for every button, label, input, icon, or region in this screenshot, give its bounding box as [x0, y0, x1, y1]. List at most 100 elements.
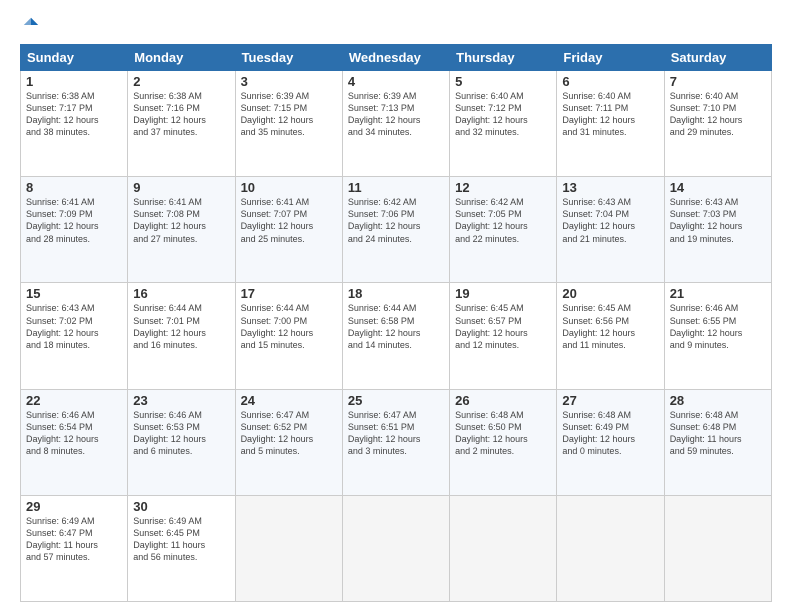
day-info: Sunrise: 6:39 AMSunset: 7:13 PMDaylight:… [348, 91, 421, 137]
weekday-header-friday: Friday [557, 45, 664, 71]
calendar-cell: 20 Sunrise: 6:45 AMSunset: 6:56 PMDayligh… [557, 283, 664, 389]
day-number: 1 [26, 74, 122, 89]
day-info: Sunrise: 6:47 AMSunset: 6:52 PMDaylight:… [241, 410, 314, 456]
calendar-cell [557, 495, 664, 601]
calendar-cell [450, 495, 557, 601]
day-info: Sunrise: 6:47 AMSunset: 6:51 PMDaylight:… [348, 410, 421, 456]
day-number: 21 [670, 286, 766, 301]
weekday-header-thursday: Thursday [450, 45, 557, 71]
day-info: Sunrise: 6:48 AMSunset: 6:49 PMDaylight:… [562, 410, 635, 456]
day-number: 6 [562, 74, 658, 89]
calendar-cell: 22 Sunrise: 6:46 AMSunset: 6:54 PMDayligh… [21, 389, 128, 495]
calendar-cell: 18 Sunrise: 6:44 AMSunset: 6:58 PMDayligh… [342, 283, 449, 389]
day-number: 10 [241, 180, 337, 195]
day-number: 11 [348, 180, 444, 195]
day-number: 3 [241, 74, 337, 89]
weekday-header-row: SundayMondayTuesdayWednesdayThursdayFrid… [21, 45, 772, 71]
day-info: Sunrise: 6:43 AMSunset: 7:02 PMDaylight:… [26, 303, 99, 349]
day-number: 15 [26, 286, 122, 301]
day-number: 24 [241, 393, 337, 408]
day-number: 14 [670, 180, 766, 195]
calendar-cell: 25 Sunrise: 6:47 AMSunset: 6:51 PMDayligh… [342, 389, 449, 495]
calendar-cell [664, 495, 771, 601]
day-number: 30 [133, 499, 229, 514]
day-number: 27 [562, 393, 658, 408]
day-number: 20 [562, 286, 658, 301]
day-number: 29 [26, 499, 122, 514]
day-info: Sunrise: 6:41 AMSunset: 7:07 PMDaylight:… [241, 197, 314, 243]
day-info: Sunrise: 6:38 AMSunset: 7:17 PMDaylight:… [26, 91, 99, 137]
calendar-cell: 21 Sunrise: 6:46 AMSunset: 6:55 PMDayligh… [664, 283, 771, 389]
calendar-cell: 5Sunrise: 6:40 AMSunset: 7:12 PMDaylight… [450, 71, 557, 177]
weekday-header-sunday: Sunday [21, 45, 128, 71]
calendar-cell: 7Sunrise: 6:40 AMSunset: 7:10 PMDaylight… [664, 71, 771, 177]
calendar-cell: 15 Sunrise: 6:43 AMSunset: 7:02 PMDayligh… [21, 283, 128, 389]
day-info: Sunrise: 6:44 AMSunset: 7:01 PMDaylight:… [133, 303, 206, 349]
day-info: Sunrise: 6:46 AMSunset: 6:55 PMDaylight:… [670, 303, 743, 349]
day-number: 28 [670, 393, 766, 408]
weekday-header-saturday: Saturday [664, 45, 771, 71]
day-number: 9 [133, 180, 229, 195]
day-number: 23 [133, 393, 229, 408]
day-info: Sunrise: 6:45 AMSunset: 6:56 PMDaylight:… [562, 303, 635, 349]
day-info: Sunrise: 6:45 AMSunset: 6:57 PMDaylight:… [455, 303, 528, 349]
calendar-cell: 6 Sunrise: 6:40 AMSunset: 7:11 PMDaylight… [557, 71, 664, 177]
day-info: Sunrise: 6:46 AMSunset: 6:53 PMDaylight:… [133, 410, 206, 456]
weekday-header-wednesday: Wednesday [342, 45, 449, 71]
calendar-cell: 16 Sunrise: 6:44 AMSunset: 7:01 PMDayligh… [128, 283, 235, 389]
calendar-cell [342, 495, 449, 601]
day-info: Sunrise: 6:46 AMSunset: 6:54 PMDaylight:… [26, 410, 99, 456]
day-info: Sunrise: 6:41 AMSunset: 7:09 PMDaylight:… [26, 197, 99, 243]
day-info: Sunrise: 6:40 AMSunset: 7:11 PMDaylight:… [562, 91, 635, 137]
calendar-table: SundayMondayTuesdayWednesdayThursdayFrid… [20, 44, 772, 602]
day-info: Sunrise: 6:48 AMSunset: 6:48 PMDaylight:… [670, 410, 742, 456]
day-info: Sunrise: 6:44 AMSunset: 7:00 PMDaylight:… [241, 303, 314, 349]
day-number: 19 [455, 286, 551, 301]
day-number: 18 [348, 286, 444, 301]
calendar-cell: 30 Sunrise: 6:49 AMSunset: 6:45 PMDayligh… [128, 495, 235, 601]
day-info: Sunrise: 6:43 AMSunset: 7:04 PMDaylight:… [562, 197, 635, 243]
calendar-cell [235, 495, 342, 601]
week-row-3: 15 Sunrise: 6:43 AMSunset: 7:02 PMDayligh… [21, 283, 772, 389]
day-number: 17 [241, 286, 337, 301]
calendar-cell: 3Sunrise: 6:39 AMSunset: 7:15 PMDaylight… [235, 71, 342, 177]
day-number: 12 [455, 180, 551, 195]
day-number: 16 [133, 286, 229, 301]
calendar-cell: 24 Sunrise: 6:47 AMSunset: 6:52 PMDayligh… [235, 389, 342, 495]
day-info: Sunrise: 6:43 AMSunset: 7:03 PMDaylight:… [670, 197, 743, 243]
calendar-cell: 17 Sunrise: 6:44 AMSunset: 7:00 PMDayligh… [235, 283, 342, 389]
calendar-cell: 23 Sunrise: 6:46 AMSunset: 6:53 PMDayligh… [128, 389, 235, 495]
calendar-cell: 29 Sunrise: 6:49 AMSunset: 6:47 PMDayligh… [21, 495, 128, 601]
week-row-2: 8 Sunrise: 6:41 AMSunset: 7:09 PMDaylight… [21, 177, 772, 283]
calendar-cell: 4 Sunrise: 6:39 AMSunset: 7:13 PMDaylight… [342, 71, 449, 177]
day-number: 8 [26, 180, 122, 195]
day-info: Sunrise: 6:48 AMSunset: 6:50 PMDaylight:… [455, 410, 528, 456]
week-row-1: 1 Sunrise: 6:38 AMSunset: 7:17 PMDaylight… [21, 71, 772, 177]
day-info: Sunrise: 6:38 AMSunset: 7:16 PMDaylight:… [133, 91, 206, 137]
week-row-4: 22 Sunrise: 6:46 AMSunset: 6:54 PMDayligh… [21, 389, 772, 495]
calendar-cell: 11Sunrise: 6:42 AMSunset: 7:06 PMDayligh… [342, 177, 449, 283]
day-info: Sunrise: 6:49 AMSunset: 6:45 PMDaylight:… [133, 516, 205, 562]
logo [20, 16, 40, 34]
calendar-cell: 14 Sunrise: 6:43 AMSunset: 7:03 PMDayligh… [664, 177, 771, 283]
calendar-cell: 9 Sunrise: 6:41 AMSunset: 7:08 PMDaylight… [128, 177, 235, 283]
calendar-cell: 26 Sunrise: 6:48 AMSunset: 6:50 PMDayligh… [450, 389, 557, 495]
day-number: 7 [670, 74, 766, 89]
day-number: 26 [455, 393, 551, 408]
week-row-5: 29 Sunrise: 6:49 AMSunset: 6:47 PMDayligh… [21, 495, 772, 601]
day-info: Sunrise: 6:41 AMSunset: 7:08 PMDaylight:… [133, 197, 206, 243]
day-info: Sunrise: 6:40 AMSunset: 7:12 PMDaylight:… [455, 91, 528, 137]
day-info: Sunrise: 6:42 AMSunset: 7:05 PMDaylight:… [455, 197, 528, 243]
logo-flag-icon [22, 16, 40, 34]
day-number: 25 [348, 393, 444, 408]
calendar-cell: 28 Sunrise: 6:48 AMSunset: 6:48 PMDayligh… [664, 389, 771, 495]
page: SundayMondayTuesdayWednesdayThursdayFrid… [0, 0, 792, 612]
day-info: Sunrise: 6:49 AMSunset: 6:47 PMDaylight:… [26, 516, 98, 562]
day-info: Sunrise: 6:44 AMSunset: 6:58 PMDaylight:… [348, 303, 421, 349]
weekday-header-monday: Monday [128, 45, 235, 71]
calendar-cell: 10 Sunrise: 6:41 AMSunset: 7:07 PMDayligh… [235, 177, 342, 283]
calendar-cell: 13Sunrise: 6:43 AMSunset: 7:04 PMDayligh… [557, 177, 664, 283]
day-number: 22 [26, 393, 122, 408]
calendar-cell: 1 Sunrise: 6:38 AMSunset: 7:17 PMDaylight… [21, 71, 128, 177]
day-number: 4 [348, 74, 444, 89]
